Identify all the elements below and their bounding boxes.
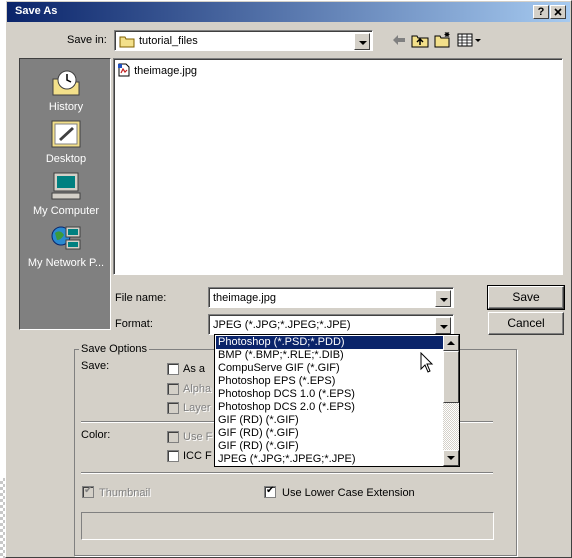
places-label: My Network P...	[27, 257, 105, 269]
save-button[interactable]: Save	[487, 285, 565, 310]
as-a-copy-label: As a	[183, 363, 206, 375]
save-in-value: tutorial_files	[139, 35, 198, 47]
places-label: My Computer	[32, 205, 100, 217]
color-label: Color:	[81, 429, 111, 441]
icc-profile-checkbox[interactable]	[167, 450, 179, 462]
alpha-channels-checkbox[interactable]	[167, 383, 179, 395]
format-option[interactable]: Photoshop DCS 1.0 (*.EPS)	[216, 388, 445, 401]
places-bar: History Desktop My Computer My Network P…	[19, 58, 111, 330]
history-icon	[52, 70, 80, 96]
help-button[interactable]: ?	[533, 5, 549, 19]
window-title: Save As	[15, 5, 58, 17]
format-option[interactable]: GIF (RD) (*.GIF)	[216, 440, 445, 453]
scroll-down-button[interactable]	[443, 450, 459, 466]
close-icon	[554, 8, 562, 16]
folder-icon	[119, 36, 135, 48]
places-item-desktop[interactable]: Desktop	[20, 119, 112, 165]
desktop-icon	[51, 120, 81, 148]
file-name-input[interactable]: theimage.jpg	[208, 287, 454, 308]
alpha-channels-label: Alpha	[183, 383, 212, 395]
format-option[interactable]: Photoshop (*.PSD;*.PDD)	[216, 336, 445, 349]
format-option[interactable]: GIF (RD) (*.GIF)	[216, 427, 445, 440]
lower-case-extension-label: Use Lower Case Extension	[282, 487, 415, 499]
back-arrow-icon[interactable]	[392, 34, 406, 46]
layers-label: Layer	[183, 402, 211, 414]
icc-profile-label: ICC F	[183, 450, 212, 462]
file-list[interactable]: theimage.jpg	[113, 58, 563, 275]
format-select[interactable]: JPEG (*.JPG;*.JPEG;*.JPE)	[208, 314, 454, 335]
places-item-my-computer[interactable]: My Computer	[20, 171, 112, 217]
cancel-button[interactable]: Cancel	[488, 312, 564, 335]
use-proof-setup-label: Use F	[183, 431, 213, 443]
save-in-combo[interactable]: tutorial_files	[114, 30, 373, 51]
as-a-copy-checkbox[interactable]	[167, 363, 179, 375]
save-options-title: Save Options	[79, 343, 150, 355]
file-name-label: File name:	[115, 292, 167, 304]
list-item[interactable]: theimage.jpg	[117, 63, 197, 77]
file-name-value: theimage.jpg	[213, 292, 276, 304]
use-proof-setup-checkbox[interactable]	[167, 431, 179, 443]
network-places-icon	[51, 226, 81, 250]
format-option[interactable]: CompuServe GIF (*.GIF)	[216, 362, 445, 375]
layers-checkbox[interactable]	[167, 402, 179, 414]
save-in-label: Save in:	[67, 34, 107, 46]
my-computer-icon	[51, 172, 81, 200]
format-option[interactable]: BMP (*.BMP;*.RLE;*.DIB)	[216, 349, 445, 362]
format-value: JPEG (*.JPG;*.JPEG;*.JPE)	[213, 319, 351, 331]
save-label: Save:	[81, 360, 110, 372]
format-label: Format:	[115, 318, 153, 330]
places-label: Desktop	[45, 153, 87, 165]
file-name-dropdown-arrow[interactable]	[435, 290, 451, 307]
thumbnail-checkbox[interactable]	[82, 485, 94, 498]
format-dropdown-arrow[interactable]	[435, 317, 451, 334]
format-option[interactable]: Photoshop EPS (*.EPS)	[216, 375, 445, 388]
title-bar: Save As ?	[7, 2, 570, 22]
thumbnail-label: Thumbnail	[99, 487, 151, 499]
format-option[interactable]: JPEG (*.JPG;*.JPEG;*.JPE)	[216, 453, 445, 466]
mouse-pointer-icon	[420, 352, 434, 373]
save-in-dropdown-arrow[interactable]	[354, 33, 370, 50]
divider	[81, 472, 493, 474]
format-option[interactable]: GIF (RD) (*.GIF)	[216, 414, 445, 427]
lower-case-extension-checkbox[interactable]	[264, 485, 276, 498]
file-name: theimage.jpg	[134, 65, 198, 77]
scroll-thumb[interactable]	[443, 351, 459, 403]
image-file-icon	[118, 63, 130, 77]
save-as-dialog: Save As ? Save in: tutorial_files Histor…	[5, 0, 572, 558]
format-option[interactable]: Photoshop DCS 2.0 (*.EPS)	[216, 401, 445, 414]
places-label: History	[48, 101, 84, 113]
status-panel	[81, 512, 494, 540]
new-folder-icon[interactable]	[434, 31, 452, 48]
scroll-up-button[interactable]	[443, 335, 459, 351]
close-button[interactable]	[550, 5, 566, 19]
places-item-history[interactable]: History	[20, 67, 112, 113]
dropdown-scrollbar[interactable]	[443, 335, 459, 466]
up-folder-icon[interactable]	[411, 32, 429, 48]
view-menu-icon[interactable]	[457, 33, 483, 47]
places-item-network[interactable]: My Network P...	[20, 223, 112, 269]
